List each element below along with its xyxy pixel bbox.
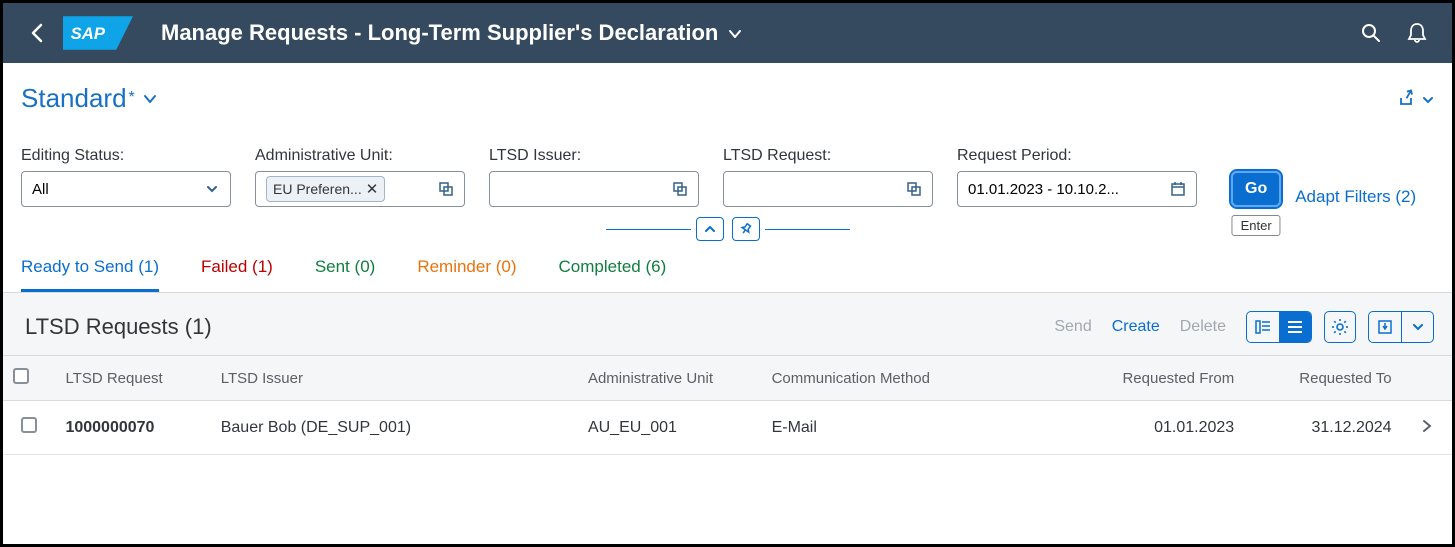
- cell-ltsd-request: 1000000070: [55, 401, 210, 455]
- view-toggle-group: [1246, 311, 1312, 343]
- chevron-down-icon: [1422, 87, 1434, 110]
- filter-label: Administrative Unit:: [255, 147, 465, 165]
- tab-label: Reminder: [417, 257, 491, 276]
- request-period-value[interactable]: [968, 172, 1166, 206]
- col-ltsd-request[interactable]: LTSD Request: [55, 356, 210, 401]
- notifications-icon[interactable]: [1400, 16, 1434, 50]
- app-title-dropdown[interactable]: Manage Requests - Long-Term Supplier's D…: [161, 20, 742, 46]
- col-ltsd-issuer[interactable]: LTSD Issuer: [211, 356, 578, 401]
- send-button[interactable]: Send: [1044, 312, 1101, 342]
- table-section: LTSD Requests (1) Send Create Delete: [3, 293, 1452, 455]
- sap-logo: SAP: [63, 16, 133, 50]
- col-admin-unit[interactable]: Administrative Unit: [578, 356, 762, 401]
- adapt-filters-link[interactable]: Adapt Filters (2): [1295, 187, 1416, 207]
- pin-header-button[interactable]: [732, 217, 760, 241]
- filter-request-period: Request Period:: [957, 147, 1197, 207]
- tab-failed[interactable]: Failed (1): [201, 257, 273, 292]
- tab-sent[interactable]: Sent (0): [315, 257, 376, 292]
- tab-label: Completed: [559, 257, 641, 276]
- admin-unit-token[interactable]: EU Preferen... ✕: [266, 176, 385, 202]
- export-menu-button[interactable]: [1401, 312, 1433, 342]
- export-button[interactable]: [1369, 312, 1401, 342]
- calendar-icon[interactable]: [1166, 182, 1190, 196]
- filter-admin-unit: Administrative Unit: EU Preferen... ✕: [255, 147, 465, 207]
- tab-count: (0): [355, 257, 376, 276]
- tab-label: Sent: [315, 257, 350, 276]
- col-comm-method[interactable]: Communication Method: [762, 356, 1066, 401]
- requests-table: LTSD Request LTSD Issuer Administrative …: [3, 355, 1452, 455]
- ltsd-request-input[interactable]: [723, 171, 933, 207]
- collapse-header-button[interactable]: [696, 217, 724, 241]
- export-button-group: [1368, 311, 1434, 343]
- delete-button[interactable]: Delete: [1170, 312, 1236, 342]
- row-navigate-icon[interactable]: [1422, 417, 1432, 437]
- cell-requested-to: 31.12.2024: [1244, 401, 1401, 455]
- filter-editing-status: Editing Status:: [21, 147, 231, 207]
- filter-bar: Editing Status: Administrative Unit: EU …: [3, 119, 1452, 207]
- ltsd-issuer-input[interactable]: [489, 171, 699, 207]
- variant-selector[interactable]: Standard *: [21, 83, 157, 114]
- share-button[interactable]: [1398, 87, 1434, 110]
- view-compact-button[interactable]: [1279, 312, 1311, 342]
- col-requested-to[interactable]: Requested To: [1244, 356, 1401, 401]
- value-help-icon[interactable]: [902, 182, 926, 196]
- token-text: EU Preferen...: [273, 181, 362, 197]
- tab-label: Failed: [201, 257, 247, 276]
- request-period-input[interactable]: [957, 171, 1197, 207]
- filter-ltsd-issuer: LTSD Issuer:: [489, 147, 699, 207]
- filter-label: Request Period:: [957, 147, 1197, 165]
- variant-dirty-marker: *: [129, 89, 135, 107]
- go-button[interactable]: Go: [1231, 171, 1281, 207]
- row-select-checkbox[interactable]: [21, 417, 37, 433]
- filter-label: LTSD Request:: [723, 147, 933, 165]
- back-button[interactable]: [21, 17, 53, 49]
- editing-status-select[interactable]: [21, 171, 231, 207]
- filter-label: LTSD Issuer:: [489, 147, 699, 165]
- tab-ready-to-send[interactable]: Ready to Send (1): [21, 257, 159, 292]
- variant-header: Standard *: [3, 63, 1452, 119]
- cell-comm-method: E-Mail: [762, 401, 1066, 455]
- app-title-text: Manage Requests - Long-Term Supplier's D…: [161, 20, 718, 46]
- chevron-down-icon: [143, 88, 157, 109]
- col-requested-from[interactable]: Requested From: [1066, 356, 1244, 401]
- create-button[interactable]: Create: [1102, 312, 1170, 342]
- chevron-down-icon: [728, 23, 742, 44]
- tab-completed[interactable]: Completed (6): [559, 257, 667, 292]
- filter-ltsd-request: LTSD Request:: [723, 147, 933, 207]
- cell-requested-from: 01.01.2023: [1066, 401, 1244, 455]
- table-title: LTSD Requests (1): [25, 314, 212, 340]
- view-detailed-button[interactable]: [1247, 312, 1279, 342]
- tab-count: (1): [252, 257, 273, 276]
- variant-name: Standard: [21, 83, 127, 114]
- search-icon[interactable]: [1354, 16, 1388, 50]
- tab-reminder[interactable]: Reminder (0): [417, 257, 516, 292]
- svg-text:SAP: SAP: [71, 24, 106, 43]
- cell-ltsd-issuer-link[interactable]: Bauer Bob (DE_SUP_001): [211, 401, 578, 455]
- ltsd-request-value[interactable]: [734, 172, 902, 206]
- token-remove-icon[interactable]: ✕: [366, 180, 379, 198]
- ltsd-issuer-value[interactable]: [500, 172, 668, 206]
- table-header-row: LTSD Request LTSD Issuer Administrative …: [3, 356, 1452, 401]
- filter-label: Editing Status:: [21, 147, 231, 165]
- tab-count: (0): [496, 257, 517, 276]
- table-toolbar: LTSD Requests (1) Send Create Delete: [3, 293, 1452, 355]
- tab-count: (6): [645, 257, 666, 276]
- admin-unit-input[interactable]: EU Preferen... ✕: [255, 171, 465, 207]
- editing-status-value[interactable]: [32, 172, 200, 206]
- table-settings-button[interactable]: [1324, 311, 1356, 343]
- tab-label: Ready to Send: [21, 257, 133, 276]
- header-collapse-row: [3, 217, 1452, 241]
- shell-header: SAP Manage Requests - Long-Term Supplier…: [3, 3, 1452, 63]
- select-all-checkbox[interactable]: [13, 368, 29, 384]
- table-row[interactable]: 1000000070 Bauer Bob (DE_SUP_001) AU_EU_…: [3, 401, 1452, 455]
- value-help-icon[interactable]: [668, 182, 692, 196]
- tab-count: (1): [138, 257, 159, 276]
- chevron-down-icon[interactable]: [200, 185, 224, 193]
- value-help-icon[interactable]: [434, 182, 458, 196]
- cell-admin-unit: AU_EU_001: [578, 401, 762, 455]
- status-tab-bar: Ready to Send (1) Failed (1) Sent (0) Re…: [3, 241, 1452, 293]
